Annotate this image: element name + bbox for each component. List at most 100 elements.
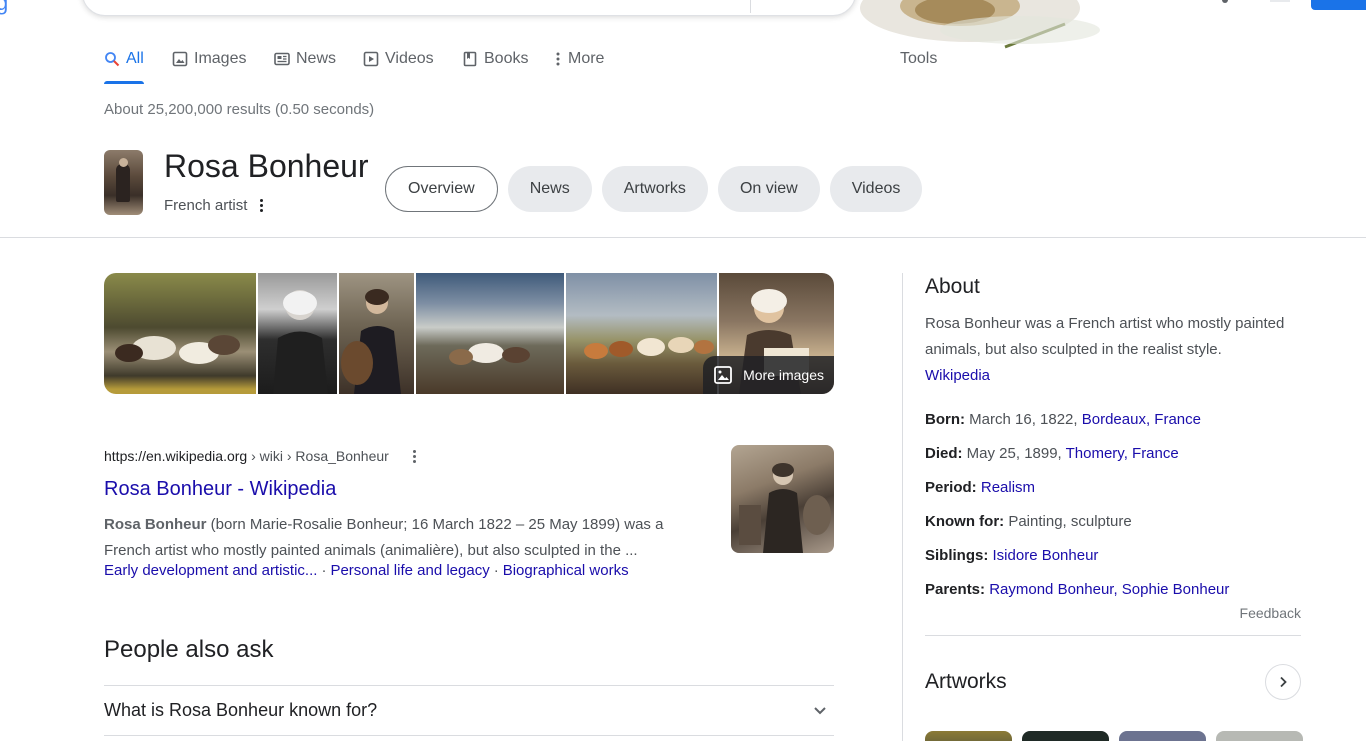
entity-chips: Overview News Artworks On view Videos (385, 166, 923, 212)
sitelink-personal-life[interactable]: Personal life and legacy (330, 562, 489, 579)
more-images-label: More images (743, 367, 824, 383)
image-plowing[interactable] (416, 273, 564, 394)
chip-news[interactable]: News (507, 166, 592, 212)
artworks-next-button[interactable] (1265, 664, 1301, 700)
result-stats: About 25,200,000 results (0.50 seconds) (104, 101, 375, 118)
fact-key: Parents: (925, 581, 986, 598)
tab-all[interactable]: All (104, 48, 144, 86)
image-portrait-painting[interactable] (339, 273, 415, 394)
tab-books[interactable]: Books (462, 48, 528, 86)
fact-link-siblings[interactable]: Isidore Bonheur (993, 547, 1099, 564)
fact-key: Died: (925, 445, 963, 462)
fact-value: Painting, sculpture (1004, 513, 1132, 530)
fact-born: Born: March 16, 1822, Bordeaux, France (925, 403, 1301, 437)
apps-icon[interactable] (1222, 0, 1228, 3)
artwork-thumb[interactable] (925, 731, 1012, 741)
tab-label: All (126, 50, 144, 67)
about-text: Rosa Bonheur was a French artist who mos… (925, 315, 1285, 358)
fact-key: Born: (925, 411, 965, 428)
artwork-thumb[interactable] (1119, 731, 1206, 741)
knowledge-panel-border (902, 273, 903, 741)
google-logo[interactable]: g (0, 0, 8, 16)
fact-died: Died: May 25, 1899, Thomery, France (925, 437, 1301, 471)
result-url[interactable]: https://en.wikipedia.org › wiki › Rosa_B… (104, 448, 419, 464)
tab-label: Books (484, 50, 529, 67)
search-divider (750, 0, 751, 13)
news-icon (274, 52, 290, 66)
tab-images[interactable]: Images (172, 48, 246, 86)
tab-label: Videos (385, 50, 434, 67)
entity-thumbnail[interactable] (104, 150, 143, 215)
image-horse-fair[interactable] (104, 273, 256, 394)
paa-question[interactable]: What is Rosa Bonheur known for? (104, 698, 834, 722)
artwork-thumb[interactable] (1216, 731, 1303, 741)
sitelink-separator: · (321, 562, 327, 579)
result-domain: https://en.wikipedia.org (104, 448, 248, 464)
more-options-icon[interactable] (257, 199, 265, 212)
tab-label: Images (194, 50, 247, 67)
artworks-heading: Artworks (925, 670, 1007, 693)
fact-link-deathplace[interactable]: Thomery, France (1066, 445, 1179, 462)
search-tabs: All Images News Videos Books More Tools (104, 48, 937, 86)
oxen-painting (583, 337, 714, 359)
tab-news[interactable]: News (274, 48, 336, 86)
sitelink-biographical-works[interactable]: Biographical works (503, 562, 629, 579)
result-title-link[interactable]: Rosa Bonheur - Wikipedia (104, 478, 336, 501)
chevron-right-icon (1280, 676, 1287, 688)
image-portrait-photo[interactable] (257, 273, 338, 394)
fact-link-period[interactable]: Realism (981, 479, 1035, 496)
about-description: Rosa Bonheur was a French artist who mos… (925, 311, 1301, 389)
feedback-link[interactable]: Feedback (925, 605, 1301, 621)
search-input[interactable] (82, 0, 856, 16)
tab-label: More (568, 50, 605, 67)
paa-divider (104, 685, 834, 686)
knowledge-panel: About Rosa Bonheur was a French artist w… (925, 273, 1301, 700)
toolbar-fragment (1270, 0, 1290, 2)
result-options-icon[interactable] (411, 449, 419, 463)
fact-period: Period: Realism (925, 471, 1301, 505)
result-sitelinks: Early development and artistic... · Person… (104, 562, 629, 579)
image-icon (714, 366, 732, 384)
result-snippet: Rosa Bonheur (born Marie-Rosalie Bonheur… (104, 512, 704, 564)
fact-link-parents[interactable]: Raymond Bonheur, Sophie Bonheur (989, 581, 1229, 598)
fact-key: Siblings: (925, 547, 989, 564)
paa-title: People also ask (104, 636, 274, 663)
tab-videos[interactable]: Videos (363, 48, 434, 86)
sitelink-separator: · (493, 562, 499, 579)
panel-divider (925, 635, 1301, 636)
fact-key: Period: (925, 479, 977, 496)
chip-overview[interactable]: Overview (385, 166, 498, 212)
paa-question-text: What is Rosa Bonheur known for? (104, 699, 378, 720)
sitelink-early-development[interactable]: Early development and artistic... (104, 562, 317, 579)
tab-more[interactable]: More (554, 48, 604, 86)
entity-title: Rosa Bonheur (164, 148, 369, 184)
tools-button[interactable]: Tools (900, 50, 937, 68)
book-icon (463, 51, 477, 67)
snippet-bold: Rosa Bonheur (104, 516, 207, 533)
artwork-thumb[interactable] (1022, 731, 1109, 741)
more-images-button[interactable]: More images (703, 356, 834, 394)
entity-subtitle: French artist (164, 197, 248, 214)
tab-label: News (296, 50, 337, 67)
fact-link-birthplace[interactable]: Bordeaux, France (1082, 411, 1201, 428)
wikipedia-link[interactable]: Wikipedia (925, 363, 1301, 389)
search-icon (105, 52, 120, 67)
sign-in-button[interactable] (1311, 0, 1366, 10)
chip-artworks[interactable]: Artworks (601, 166, 708, 212)
paa-divider (104, 735, 834, 736)
artworks-carousel (925, 731, 1303, 741)
chip-on-view[interactable]: On view (717, 166, 820, 212)
image-oxen[interactable] (565, 273, 718, 394)
portrait-head (119, 158, 128, 167)
video-icon (363, 51, 379, 67)
portrait-engraving (739, 463, 831, 553)
top-bar: g (0, 0, 1366, 49)
entity-subtitle-row: French artist (164, 197, 265, 214)
chip-videos[interactable]: Videos (829, 166, 923, 212)
result-thumbnail[interactable] (731, 445, 834, 553)
facts-list: Born: March 16, 1822, Bordeaux, France D… (925, 403, 1301, 607)
fact-value: March 16, 1822, (965, 411, 1082, 428)
portrait-photo (272, 290, 328, 394)
artworks-header: Artworks (925, 664, 1301, 700)
about-heading: About (925, 275, 980, 298)
